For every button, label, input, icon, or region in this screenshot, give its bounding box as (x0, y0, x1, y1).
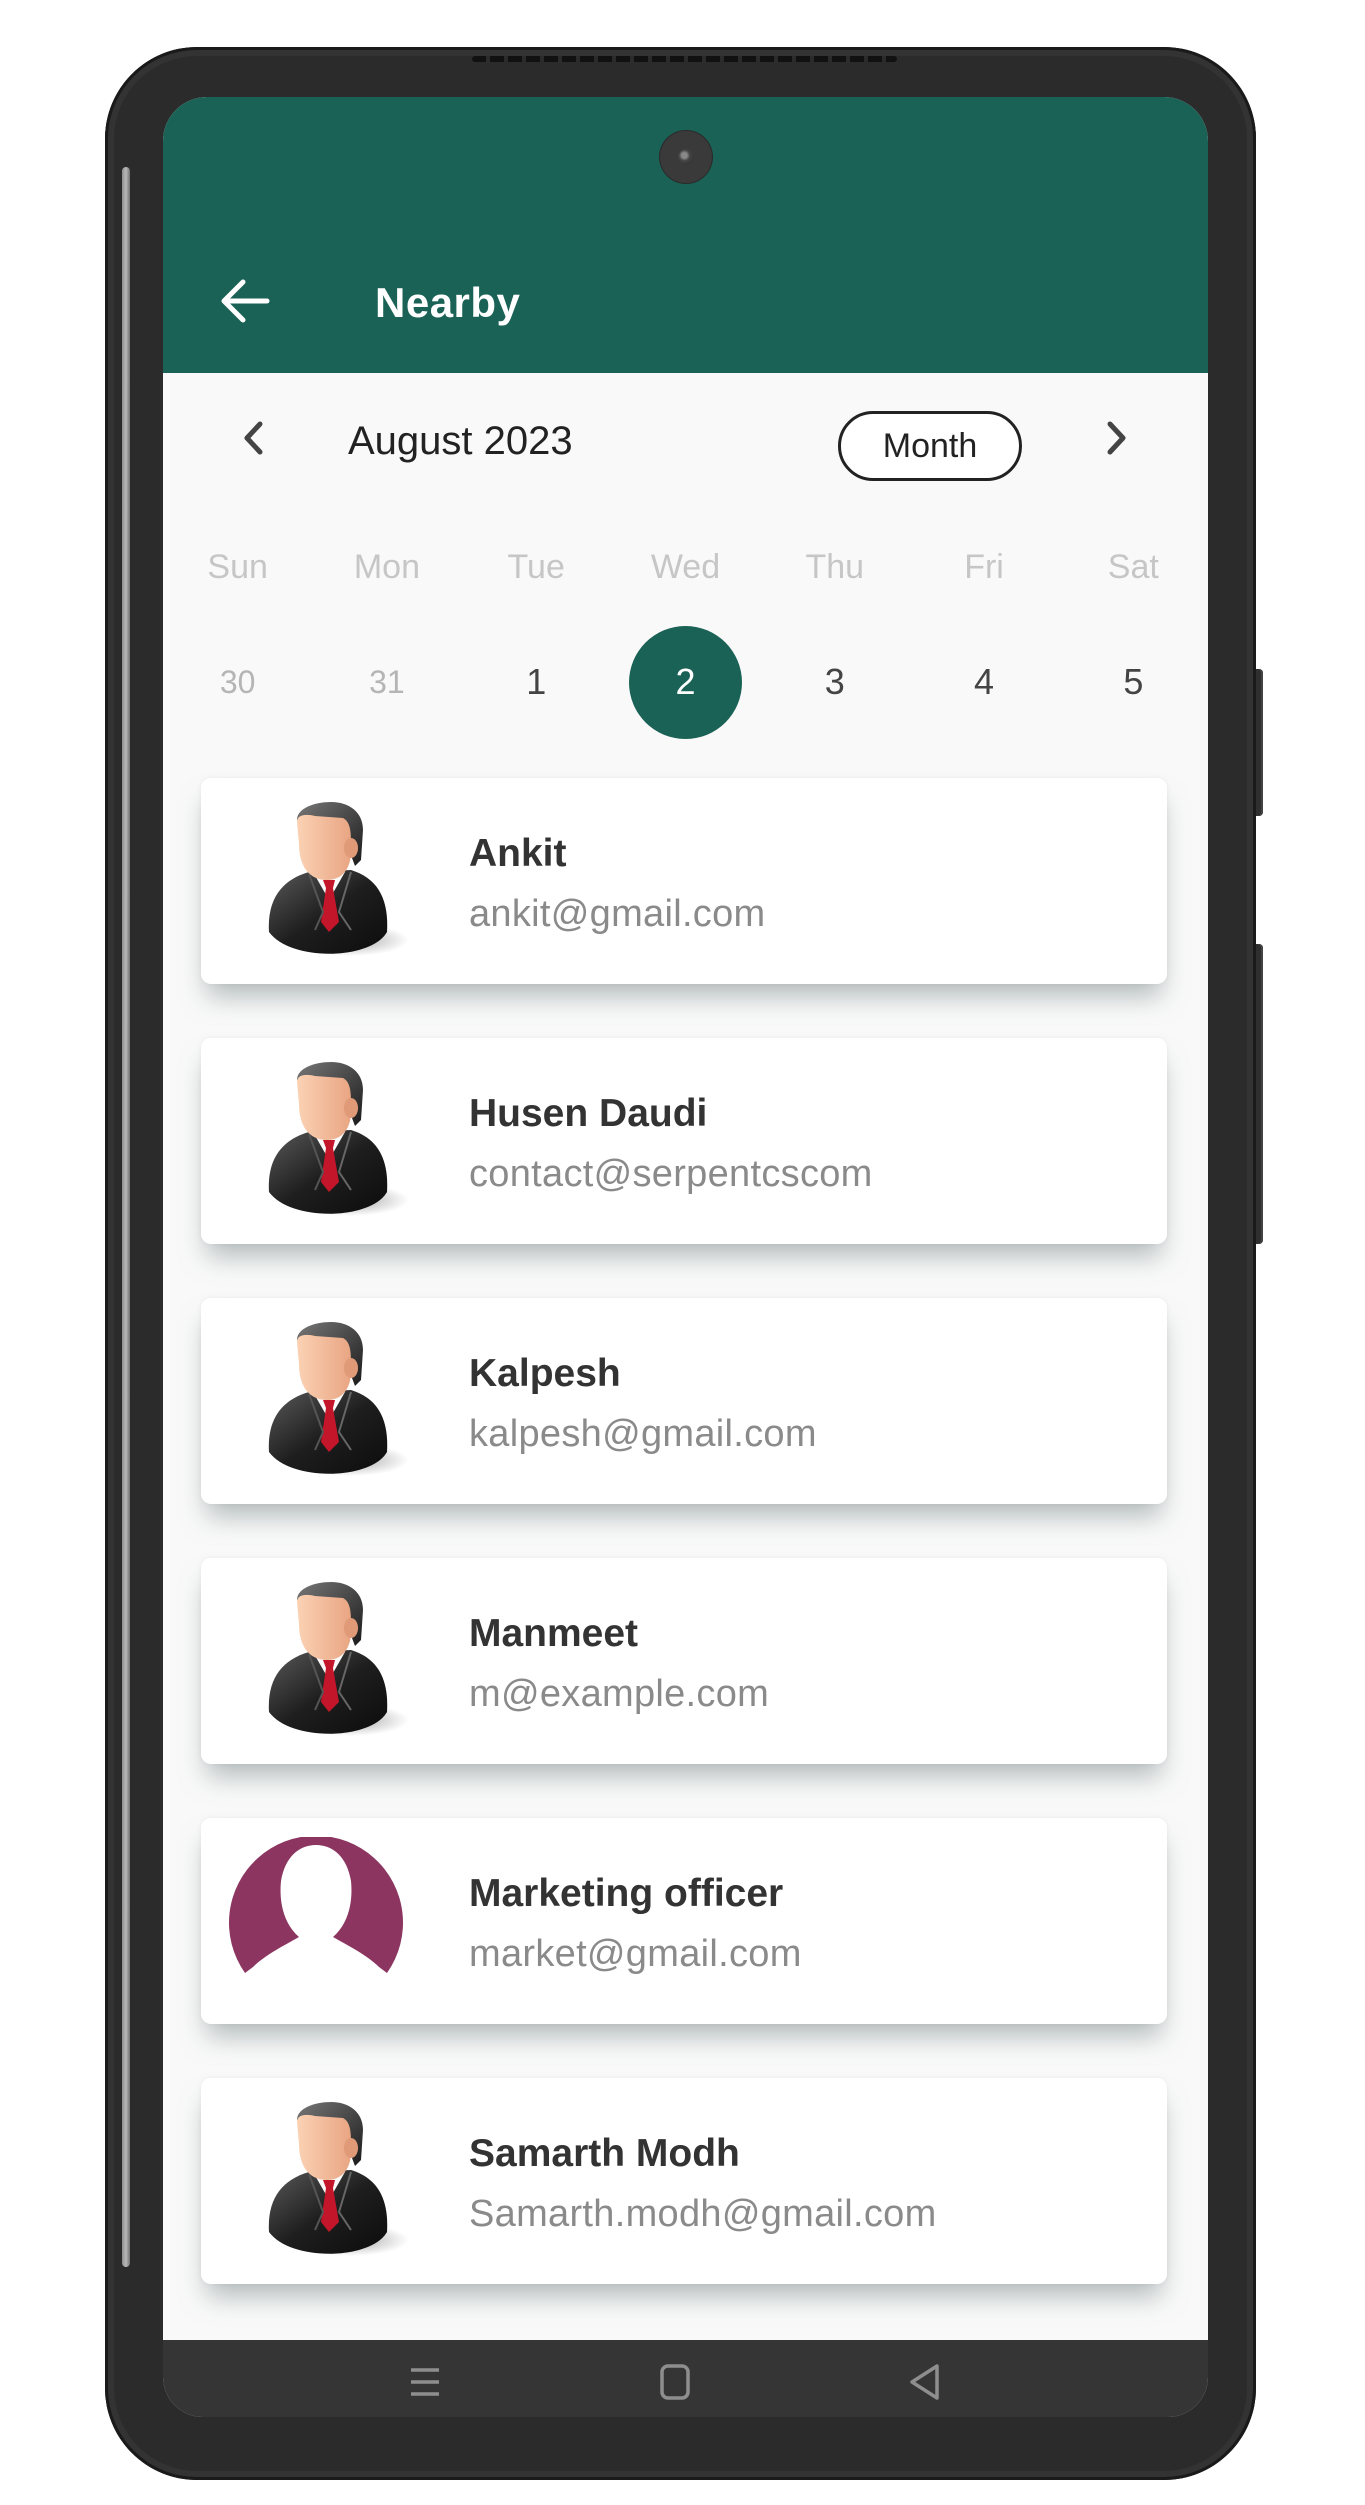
date-label: 1 (526, 661, 547, 702)
placeholder-person-icon (229, 1837, 403, 1981)
contact-card[interactable]: Manmeet m@example.com (201, 1558, 1167, 1764)
contact-email: ankit@gmail.com (469, 893, 766, 935)
arrow-left-icon (221, 279, 270, 323)
businessman-avatar-icon (251, 1580, 411, 1742)
businessman-avatar-icon (251, 1060, 411, 1222)
contact-name: Ankit (469, 832, 567, 875)
avatar (251, 1060, 411, 1222)
weekday-label: Sun (207, 547, 268, 586)
contact-email: contact@serpentcscom (469, 1153, 873, 1195)
chevron-left-icon (244, 421, 263, 455)
weekday-label: Sat (1107, 547, 1159, 586)
back-nav-button[interactable] (895, 2352, 955, 2412)
weekday-label: Mon (353, 547, 420, 586)
speaker-grille (472, 56, 897, 62)
weekday-label: Thu (805, 547, 865, 586)
month-view-toggle[interactable]: Month (838, 411, 1022, 481)
previous-month-button[interactable] (228, 413, 278, 463)
avatar (251, 2100, 411, 2262)
weekday-row: Sun Mon Tue Wed Thu Fri Sat (163, 532, 1208, 602)
contact-email: Samarth.modh@gmail.com (469, 2193, 937, 2235)
month-label: August 2023 (348, 419, 573, 463)
contact-name: Kalpesh (469, 1352, 621, 1395)
square-home-icon (660, 2364, 690, 2400)
date-label: 30 (219, 663, 256, 700)
phone-frame: Nearby August 2023 Month Sun Mon Tue Wed… (105, 47, 1256, 2480)
date-cell[interactable]: 5 (1059, 627, 1208, 737)
back-button[interactable] (217, 273, 273, 329)
date-label: 2 (628, 625, 742, 739)
contact-card[interactable]: Kalpesh kalpesh@gmail.com (201, 1298, 1167, 1504)
avatar (251, 1320, 411, 1482)
contact-email: market@gmail.com (469, 1933, 802, 1975)
date-cell[interactable]: 4 (909, 627, 1058, 737)
businessman-avatar-icon (251, 800, 411, 962)
app-bar: Nearby (163, 97, 1208, 373)
front-camera (660, 131, 712, 183)
menu-lines-icon (411, 2368, 439, 2396)
weekday-label: Wed (650, 547, 721, 586)
date-label: 5 (1123, 661, 1144, 702)
date-cell-selected[interactable]: 2 (611, 625, 760, 739)
triangle-back-icon (910, 2364, 939, 2400)
calendar-header: August 2023 Month (163, 373, 1208, 503)
app-screen: Nearby August 2023 Month Sun Mon Tue Wed… (163, 97, 1208, 2417)
home-button[interactable] (645, 2352, 705, 2412)
contact-card[interactable]: Husen Daudi contact@serpentcscom (201, 1038, 1167, 1244)
date-cell[interactable]: 30 (163, 627, 312, 737)
recents-button[interactable] (395, 2352, 455, 2412)
date-label: 3 (824, 661, 845, 702)
contact-email: kalpesh@gmail.com (469, 1413, 817, 1455)
contact-name: Manmeet (469, 1612, 639, 1655)
avatar (229, 1837, 403, 1981)
date-cell[interactable]: 3 (760, 627, 909, 737)
date-cell[interactable]: 31 (312, 627, 461, 737)
date-label: 31 (369, 663, 405, 700)
contact-name: Husen Daudi (469, 1092, 708, 1135)
next-month-button[interactable] (1091, 413, 1141, 463)
weekday-label: Fri (964, 547, 1004, 586)
businessman-avatar-icon (251, 2100, 411, 2262)
contact-email: m@example.com (469, 1673, 770, 1715)
contact-name: Samarth Modh (469, 2132, 740, 2175)
phone-edge-highlight (122, 167, 130, 2267)
weekday-label: Tue (507, 547, 565, 586)
contact-name: Marketing officer (469, 1872, 784, 1915)
date-cell[interactable]: 1 (462, 627, 611, 737)
businessman-avatar-icon (251, 1320, 411, 1482)
page-title: Nearby (375, 279, 521, 326)
avatar (251, 800, 411, 962)
system-navigation-bar (163, 2340, 1208, 2417)
date-row: 30 31 1 2 3 4 5 (163, 625, 1208, 739)
avatar (251, 1580, 411, 1742)
contact-card[interactable]: Ankit ankit@gmail.com (201, 778, 1167, 984)
chevron-right-icon (1107, 421, 1126, 455)
date-label: 4 (974, 661, 995, 702)
contact-card[interactable]: Samarth Modh Samarth.modh@gmail.com (201, 2078, 1167, 2284)
contact-card[interactable]: Marketing officer market@gmail.com (201, 1818, 1167, 2024)
